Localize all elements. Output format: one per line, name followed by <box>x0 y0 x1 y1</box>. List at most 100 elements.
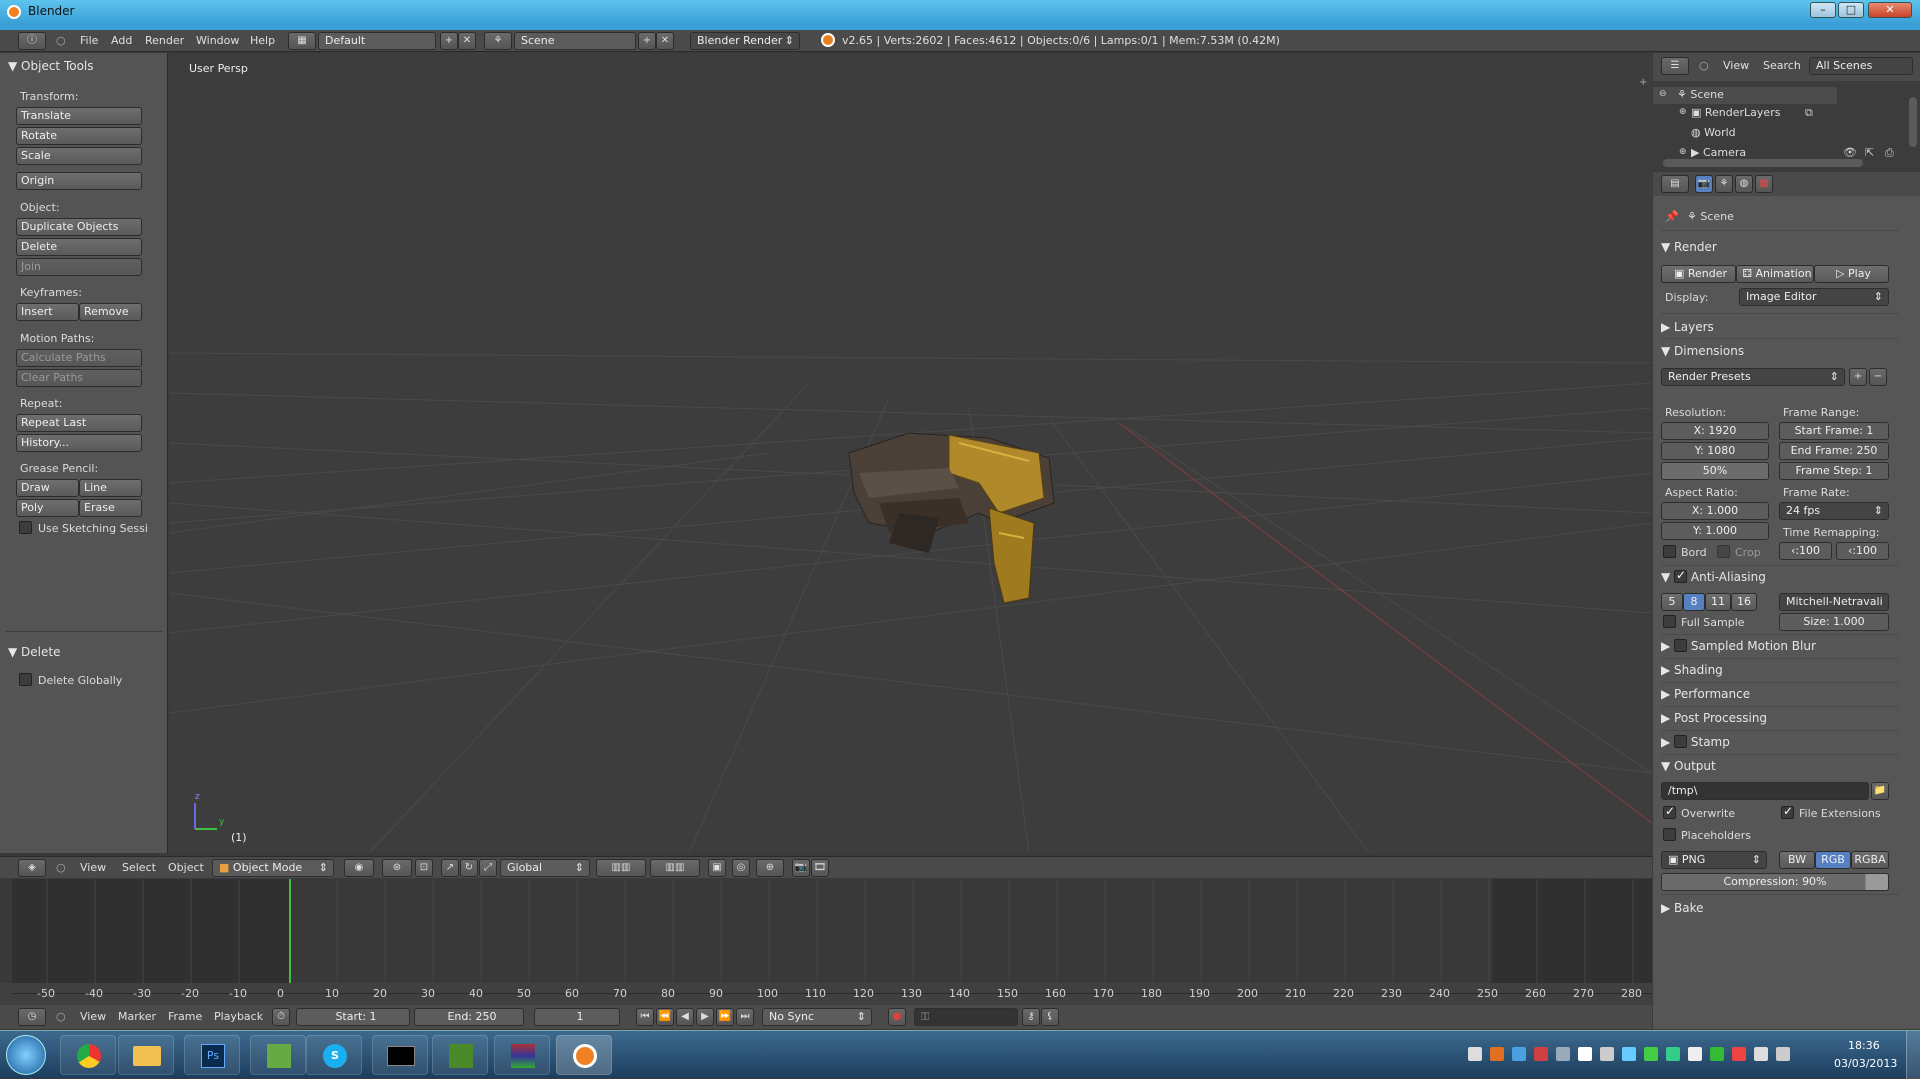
render-button[interactable]: ▣ Render <box>1661 265 1736 283</box>
aa-samples-11[interactable]: 11 <box>1705 593 1731 611</box>
expand-icon[interactable]: ⊖ <box>1659 89 1667 99</box>
scale-manipulator-icon[interactable]: ⤢ <box>479 859 497 877</box>
minimize-button[interactable]: – <box>1810 2 1836 18</box>
editor-type-timeline-icon[interactable]: ◷ <box>18 1008 46 1026</box>
file-extensions-checkbox[interactable] <box>1781 804 1794 819</box>
collapse-menu-icon[interactable]: ○ <box>56 861 66 874</box>
remap-old-field[interactable]: ‹:100 <box>1779 542 1832 560</box>
remove-layout-icon[interactable]: ✕ <box>458 32 476 50</box>
editor-type-outliner-icon[interactable]: ☰ <box>1661 57 1689 75</box>
selectable-cursor-icon[interactable]: ⇱ <box>1865 146 1874 159</box>
auto-keying-record-icon[interactable]: ● <box>888 1008 906 1026</box>
layer-lock-icon[interactable]: ▣ <box>708 859 726 877</box>
anti-aliasing-checkbox[interactable] <box>1674 568 1688 583</box>
tray-app-icon[interactable] <box>1556 1047 1570 1061</box>
expand-icon[interactable]: ⊕ <box>1679 147 1687 157</box>
outliner-hscrollbar[interactable] <box>1663 159 1863 167</box>
rotate-manipulator-icon[interactable]: ↻ <box>460 859 478 877</box>
minecraft-taskbar-icon[interactable] <box>250 1035 306 1075</box>
bake-section-header[interactable]: ▶ Bake <box>1661 901 1901 915</box>
collapse-menu-icon[interactable]: ○ <box>56 34 66 47</box>
compression-slider[interactable]: Compression: 90% <box>1661 873 1889 891</box>
tray-app-icon[interactable] <box>1710 1047 1724 1061</box>
show-desktop-button[interactable] <box>1906 1031 1920 1079</box>
menu-file[interactable]: File <box>80 34 98 47</box>
blender-taskbar-icon[interactable] <box>556 1035 612 1075</box>
post-processing-section-header[interactable]: ▶ Post Processing <box>1661 711 1901 725</box>
menu-view[interactable]: View <box>1723 59 1749 72</box>
mode-select[interactable]: ■ Object Mode ⇕ <box>212 859 334 877</box>
end-frame-field[interactable]: End Frame: 250 <box>1779 442 1889 460</box>
pivot-point-icon[interactable]: ⊛ <box>382 859 412 877</box>
menu-add[interactable]: Add <box>111 34 132 47</box>
stamp-section-header[interactable]: ▶ Stamp <box>1661 735 1901 749</box>
collapse-menu-icon[interactable]: ○ <box>56 1010 66 1023</box>
play-icon[interactable]: ▶ <box>696 1008 714 1026</box>
tray-app-icon[interactable] <box>1490 1047 1504 1061</box>
delete-keyframe-icon[interactable]: ⚸ <box>1041 1008 1059 1026</box>
object-context-icon[interactable]: ▦ <box>1755 175 1773 193</box>
delete-button[interactable]: Delete <box>16 238 142 256</box>
editor-type-info-icon[interactable]: ⓘ <box>18 32 46 50</box>
grease-erase-button[interactable]: Erase <box>79 499 142 517</box>
motion-blur-checkbox[interactable] <box>1674 639 1688 652</box>
grease-poly-button[interactable]: Poly <box>16 499 79 517</box>
aa-samples-8[interactable]: 8 <box>1683 593 1705 611</box>
aa-samples-5[interactable]: 5 <box>1661 593 1683 611</box>
viewport-shading-icon[interactable]: ◉ <box>344 859 374 877</box>
remap-new-field[interactable]: ‹:100 <box>1836 542 1889 560</box>
render-section-header[interactable]: ▼ Render <box>1661 240 1901 254</box>
cmd-taskbar-icon[interactable] <box>372 1035 428 1075</box>
outliner-filter-select[interactable]: All Scenes <box>1809 57 1913 75</box>
scale-button[interactable]: Scale <box>16 147 142 165</box>
menu-help[interactable]: Help <box>250 34 275 47</box>
render-animation-icon[interactable]: 🎞 <box>811 859 829 877</box>
resolution-x-field[interactable]: X: 1920 <box>1661 422 1769 440</box>
menu-view[interactable]: View <box>80 861 106 874</box>
output-path-input[interactable]: /tmp\ <box>1661 782 1869 800</box>
tray-app-icon[interactable] <box>1534 1047 1548 1061</box>
transform-orientation-select[interactable]: Global ⇕ <box>500 859 590 877</box>
color-bw-button[interactable]: BW <box>1779 851 1815 869</box>
expand-icon[interactable]: ⊕ <box>1679 107 1687 117</box>
menu-render[interactable]: Render <box>145 34 184 47</box>
sketching-session-checkbox[interactable] <box>19 521 32 534</box>
remove-preset-icon[interactable]: − <box>1869 368 1887 386</box>
origin-button[interactable]: Origin <box>16 172 142 190</box>
scene-icon[interactable]: ⚘ <box>484 32 512 50</box>
insert-keyframe-button[interactable]: Insert <box>16 303 79 321</box>
next-keyframe-icon[interactable]: ⏩ <box>716 1008 734 1026</box>
anti-aliasing-section-header[interactable]: ▼ Anti-Aliasing <box>1661 568 1901 584</box>
aa-samples-16[interactable]: 16 <box>1731 593 1757 611</box>
object-tools-header[interactable]: ▼ Object Tools <box>8 59 94 73</box>
shading-section-header[interactable]: ▶ Shading <box>1661 663 1901 677</box>
tray-action-center-icon[interactable] <box>1732 1047 1746 1061</box>
screen-layout-icon[interactable]: ▦ <box>288 32 316 50</box>
manipulator-toggle-icon[interactable]: ⊡ <box>415 859 433 877</box>
translate-button[interactable]: Translate <box>16 107 142 125</box>
timeline-area[interactable]: -50 -40 -30 -20 -10 0 10 20 30 40 50 60 70 80 90 100 110… <box>0 879 1652 1005</box>
start-frame-field[interactable]: Start Frame: 1 <box>1779 422 1889 440</box>
clock-time[interactable]: 18:36 <box>1848 1039 1880 1052</box>
screen-layout-field[interactable]: Default <box>318 32 436 50</box>
start-frame-field[interactable]: Start: 1 <box>296 1008 410 1026</box>
frame-step-field[interactable]: Frame Step: 1 <box>1779 462 1889 480</box>
prev-keyframe-icon[interactable]: ⏪ <box>656 1008 674 1026</box>
tray-speaker-icon[interactable] <box>1776 1047 1790 1061</box>
play-reverse-icon[interactable]: ◀ <box>676 1008 694 1026</box>
world-item[interactable]: ◍ World <box>1691 126 1736 139</box>
keying-set-field[interactable]: ⚿ <box>914 1008 1018 1026</box>
display-select[interactable]: Image Editor ⇕ <box>1739 288 1889 306</box>
scene-layers-icon[interactable]: ▥▥ <box>596 859 646 877</box>
resolution-percent-slider[interactable]: 50% <box>1661 462 1769 480</box>
maximize-button[interactable]: □ <box>1838 2 1864 18</box>
scene-field[interactable]: Scene <box>514 32 636 50</box>
renderable-camera-icon[interactable]: ⎙ <box>1885 146 1894 160</box>
insert-keyframe-icon[interactable]: ⚷ <box>1022 1008 1040 1026</box>
explorer-taskbar-icon[interactable] <box>118 1035 174 1075</box>
tray-app-icon[interactable] <box>1666 1047 1680 1061</box>
animation-button[interactable]: ⚃ Animation <box>1736 265 1814 283</box>
translate-manipulator-icon[interactable]: ↗ <box>441 859 459 877</box>
tray-steam-icon[interactable] <box>1578 1047 1592 1061</box>
full-sample-checkbox[interactable] <box>1663 615 1676 628</box>
